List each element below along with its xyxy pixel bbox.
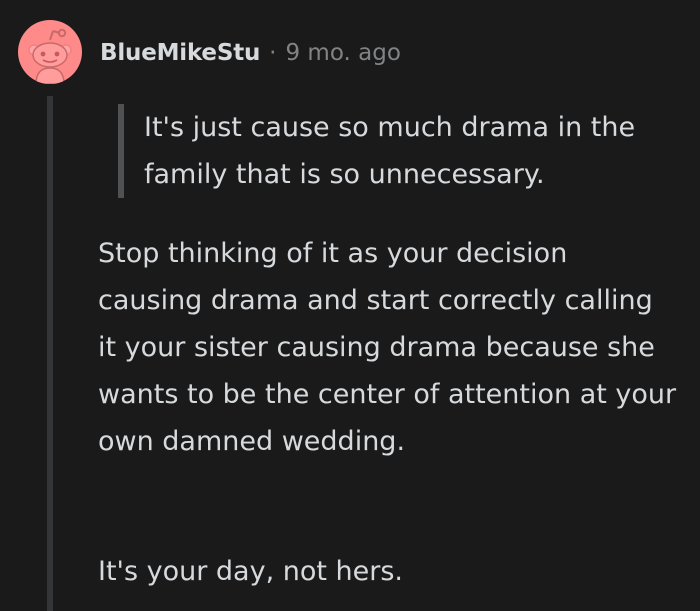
comment-paragraph: Stop thinking of it as your decision cau… (98, 238, 677, 457)
comment: BlueMikeStu · 9 mo. ago It's just cause … (0, 0, 700, 611)
comment-header: BlueMikeStu · 9 mo. ago (100, 36, 401, 70)
reddit-snoo-icon (28, 28, 72, 84)
timestamp-link[interactable]: 9 mo. ago (285, 40, 400, 66)
blockquote: It's just cause so much drama in the fam… (118, 104, 700, 198)
user-avatar[interactable] (18, 20, 82, 84)
username-link[interactable]: BlueMikeStu (100, 40, 260, 66)
thread-collapse-line[interactable] (47, 96, 53, 611)
comment-paragraph: It's your day, not hers. (98, 556, 404, 587)
meta-separator: · (269, 40, 277, 66)
